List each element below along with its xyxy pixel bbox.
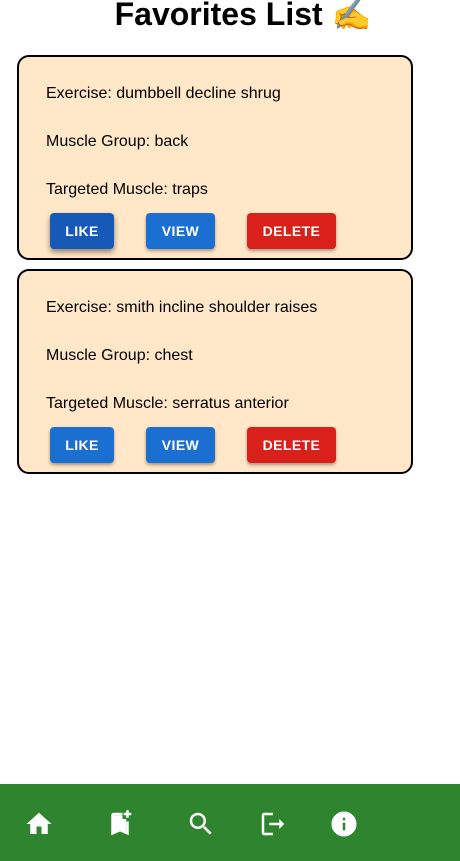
page-title: Favorites List ✍	[114, 0, 372, 32]
nav-info[interactable]	[328, 808, 360, 840]
nav-logout[interactable]	[257, 808, 289, 840]
nav-home[interactable]	[23, 808, 55, 840]
nav-search[interactable]	[185, 808, 217, 840]
home-icon	[26, 812, 52, 834]
exercise-label: Exercise: dumbbell decline shrug	[46, 85, 281, 102]
favorite-card: Exercise: smith incline shoulder raises …	[17, 269, 413, 474]
favorites-page: Favorites List ✍ Exercise: dumbbell decl…	[0, 0, 460, 861]
view-button[interactable]: VIEW	[146, 427, 215, 463]
delete-button[interactable]: DELETE	[247, 427, 336, 463]
view-button[interactable]: VIEW	[146, 213, 215, 249]
logout-icon	[261, 812, 285, 836]
targeted-muscle-label: Targeted Muscle: serratus anterior	[46, 395, 289, 412]
like-button[interactable]: LIKE	[50, 427, 114, 463]
favorite-card: Exercise: dumbbell decline shrug Muscle …	[17, 55, 413, 260]
targeted-muscle-label: Targeted Muscle: traps	[46, 181, 208, 198]
search-icon	[189, 812, 212, 835]
exercise-label: Exercise: smith incline shoulder raises	[46, 299, 318, 316]
muscle-group-label: Muscle Group: chest	[46, 347, 193, 364]
delete-button[interactable]: DELETE	[247, 213, 336, 249]
nav-bookmark-add[interactable]	[104, 808, 136, 840]
bookmark-add-icon	[111, 810, 132, 836]
muscle-group-label: Muscle Group: back	[46, 133, 189, 150]
like-button[interactable]: LIKE	[50, 213, 114, 249]
info-icon	[331, 811, 357, 837]
bottom-nav-bar	[0, 784, 460, 861]
